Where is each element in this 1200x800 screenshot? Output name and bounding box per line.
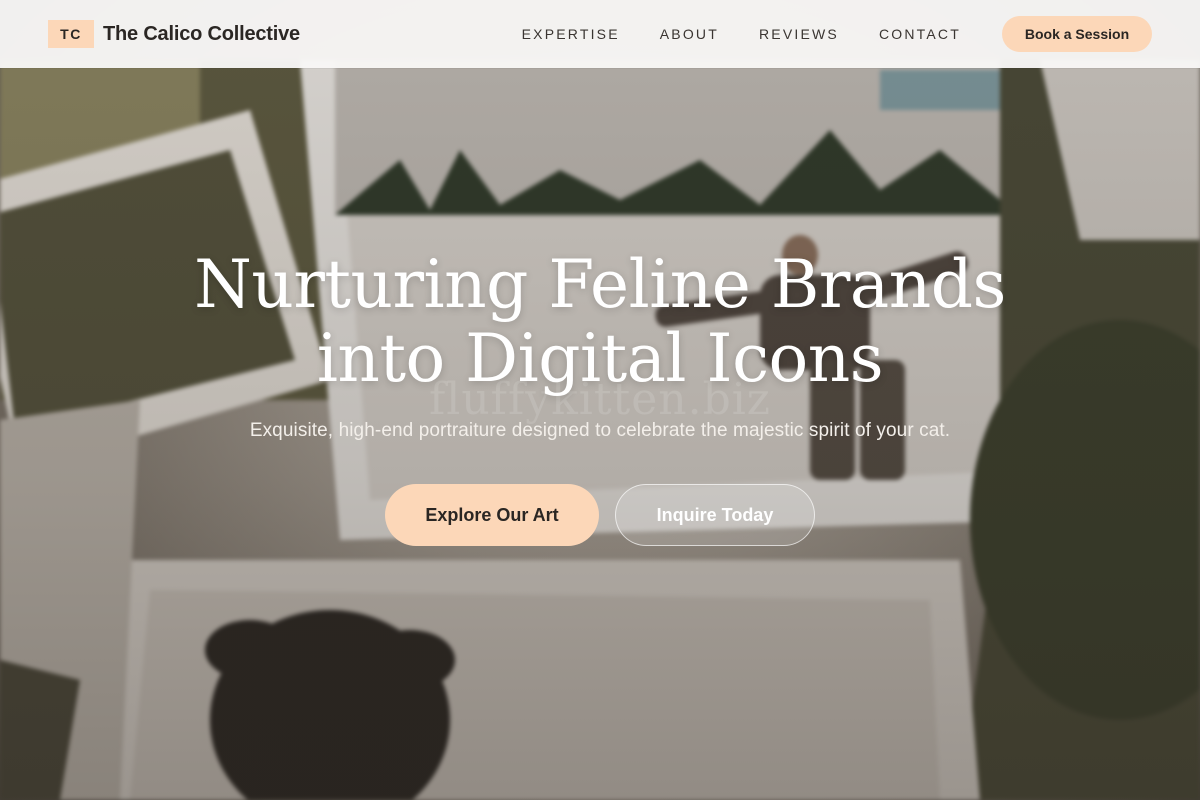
nav-links: EXPERTISE ABOUT REVIEWS CONTACT — [522, 26, 961, 42]
logo-badge: TC — [48, 20, 94, 48]
brand-name: The Calico Collective — [103, 22, 300, 45]
brand[interactable]: TC The Calico Collective — [48, 20, 300, 48]
hero-subtitle: Exquisite, high-end portraiture designed… — [249, 420, 951, 441]
inquire-today-button[interactable]: Inquire Today — [615, 484, 815, 546]
hero-title-line1: Nurturing Feline Brands — [194, 246, 1006, 323]
nav-link-reviews[interactable]: REVIEWS — [759, 26, 839, 42]
hero-actions: Explore Our Art Inquire Today — [0, 484, 1200, 546]
book-session-button[interactable]: Book a Session — [1002, 16, 1152, 52]
top-navigation: TC The Calico Collective EXPERTISE ABOUT… — [0, 0, 1200, 68]
nav-link-about[interactable]: ABOUT — [660, 26, 719, 42]
hero-title-line2: into Digital Icons — [316, 320, 884, 397]
explore-art-button[interactable]: Explore Our Art — [385, 484, 599, 546]
nav-link-expertise[interactable]: EXPERTISE — [522, 26, 620, 42]
nav-link-contact[interactable]: CONTACT — [879, 26, 961, 42]
hero-content: Nurturing Feline Brands into Digital Ico… — [0, 248, 1200, 546]
hero-title: Nurturing Feline Brands into Digital Ico… — [150, 248, 1050, 396]
